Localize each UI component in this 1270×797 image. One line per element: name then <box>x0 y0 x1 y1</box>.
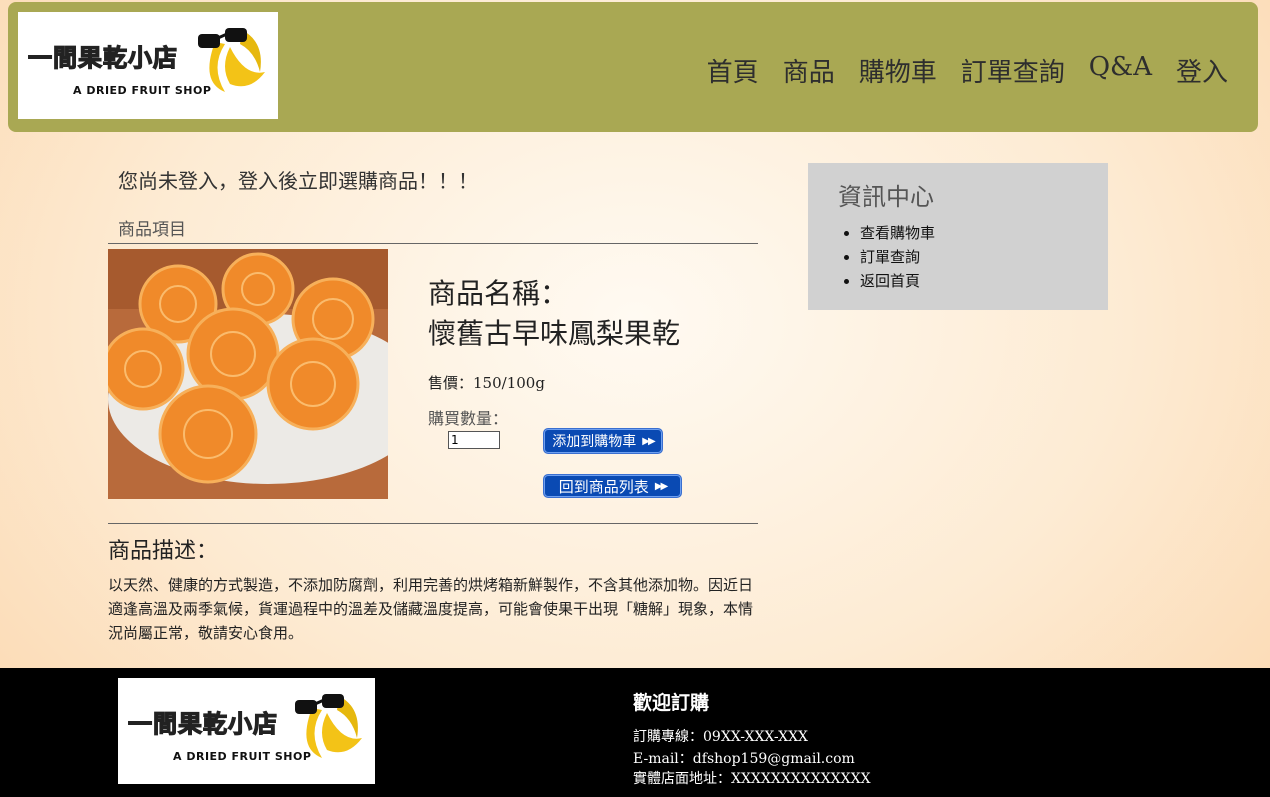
sunglasses-fruit-icon <box>295 694 362 758</box>
arrow-right-icon: ▶▶ <box>654 480 668 492</box>
quantity-label: 購買數量： <box>428 409 509 428</box>
nav-products[interactable]: 商品 <box>783 52 835 89</box>
address-label: 實體店面地址： <box>633 771 731 787</box>
list-item: 訂單查詢 <box>860 245 935 269</box>
product-price: 售價：150/100g <box>428 372 545 393</box>
footer-title: 歡迎訂購 <box>633 692 710 714</box>
footer-phone: 訂購專線：09XX-XXX-XXX <box>633 726 808 746</box>
phone-label: 訂購專線： <box>633 729 703 745</box>
nav-qa[interactable]: Q&A <box>1089 52 1152 89</box>
back-to-list-button[interactable]: 回到商品列表 ▶▶ <box>543 474 682 498</box>
footer-logo: 一間果乾小店 A DRIED FRUIT SHOP <box>118 678 375 784</box>
logo-title: 一間果乾小店 <box>27 43 178 72</box>
phone-value: 09XX-XXX-XXX <box>703 729 809 745</box>
info-panel: 資訊中心 查看購物車 訂單查詢 返回首頁 <box>808 163 1108 310</box>
link-view-cart[interactable]: 查看購物車 <box>860 224 935 242</box>
product-image <box>108 249 388 499</box>
email-value[interactable]: dfshop159@gmail.com <box>693 751 855 767</box>
site-logo[interactable]: 一間果乾小店 A DRIED FRUIT SHOP <box>18 12 278 119</box>
footer-email: E-mail：dfshop159@gmail.com <box>633 748 855 768</box>
section-label: 商品項目 <box>118 220 186 240</box>
divider <box>108 523 758 524</box>
site-footer: 一間果乾小店 A DRIED FRUIT SHOP 歡迎訂購 訂購專線：09XX… <box>0 668 1270 797</box>
address-value: XXXXXXXXXXXXXX <box>731 771 871 787</box>
logo-title: 一間果乾小店 <box>127 709 278 738</box>
sunglasses-fruit-icon <box>198 28 265 92</box>
nav-cart[interactable]: 購物車 <box>859 52 937 89</box>
quantity-input[interactable] <box>448 431 500 449</box>
arrow-right-icon: ▶▶ <box>642 435 655 447</box>
price-label: 售價： <box>428 374 474 392</box>
price-value: 150/100g <box>473 374 545 392</box>
list-item: 查看購物車 <box>860 221 935 245</box>
link-order-query[interactable]: 訂單查詢 <box>860 248 920 266</box>
divider <box>108 243 758 244</box>
nav-home[interactable]: 首頁 <box>707 52 759 89</box>
back-to-list-label: 回到商品列表 <box>558 477 649 496</box>
list-item: 返回首頁 <box>860 269 935 293</box>
footer-address: 實體店面地址：XXXXXXXXXXXXXX <box>633 768 871 788</box>
nav-login[interactable]: 登入 <box>1176 52 1228 89</box>
add-to-cart-label: 添加到購物車 <box>552 434 637 450</box>
main-nav: 首頁 商品 購物車 訂單查詢 Q&A 登入 <box>707 52 1228 89</box>
nav-orders[interactable]: 訂單查詢 <box>961 52 1065 89</box>
info-panel-title: 資訊中心 <box>838 183 934 211</box>
email-label: E-mail： <box>633 751 693 767</box>
product-name: 懷舊古早味鳳梨果乾 <box>428 317 681 350</box>
add-to-cart-button[interactable]: 添加到購物車 ▶▶ <box>543 428 663 454</box>
product-description: 以天然、健康的方式製造，不添加防腐劑，利用完善的烘烤箱新鮮製作，不含其他添加物。… <box>108 576 754 642</box>
link-home[interactable]: 返回首頁 <box>860 272 920 290</box>
description-title: 商品描述： <box>108 539 219 564</box>
product-name-label: 商品名稱： <box>428 277 569 310</box>
info-links: 查看購物車 訂單查詢 返回首頁 <box>838 221 935 293</box>
site-header: 一間果乾小店 A DRIED FRUIT SHOP 首頁 商品 購物車 訂單查詢… <box>8 2 1258 132</box>
login-message: 您尚未登入，登入後立即選購商品！！！ <box>118 169 478 193</box>
